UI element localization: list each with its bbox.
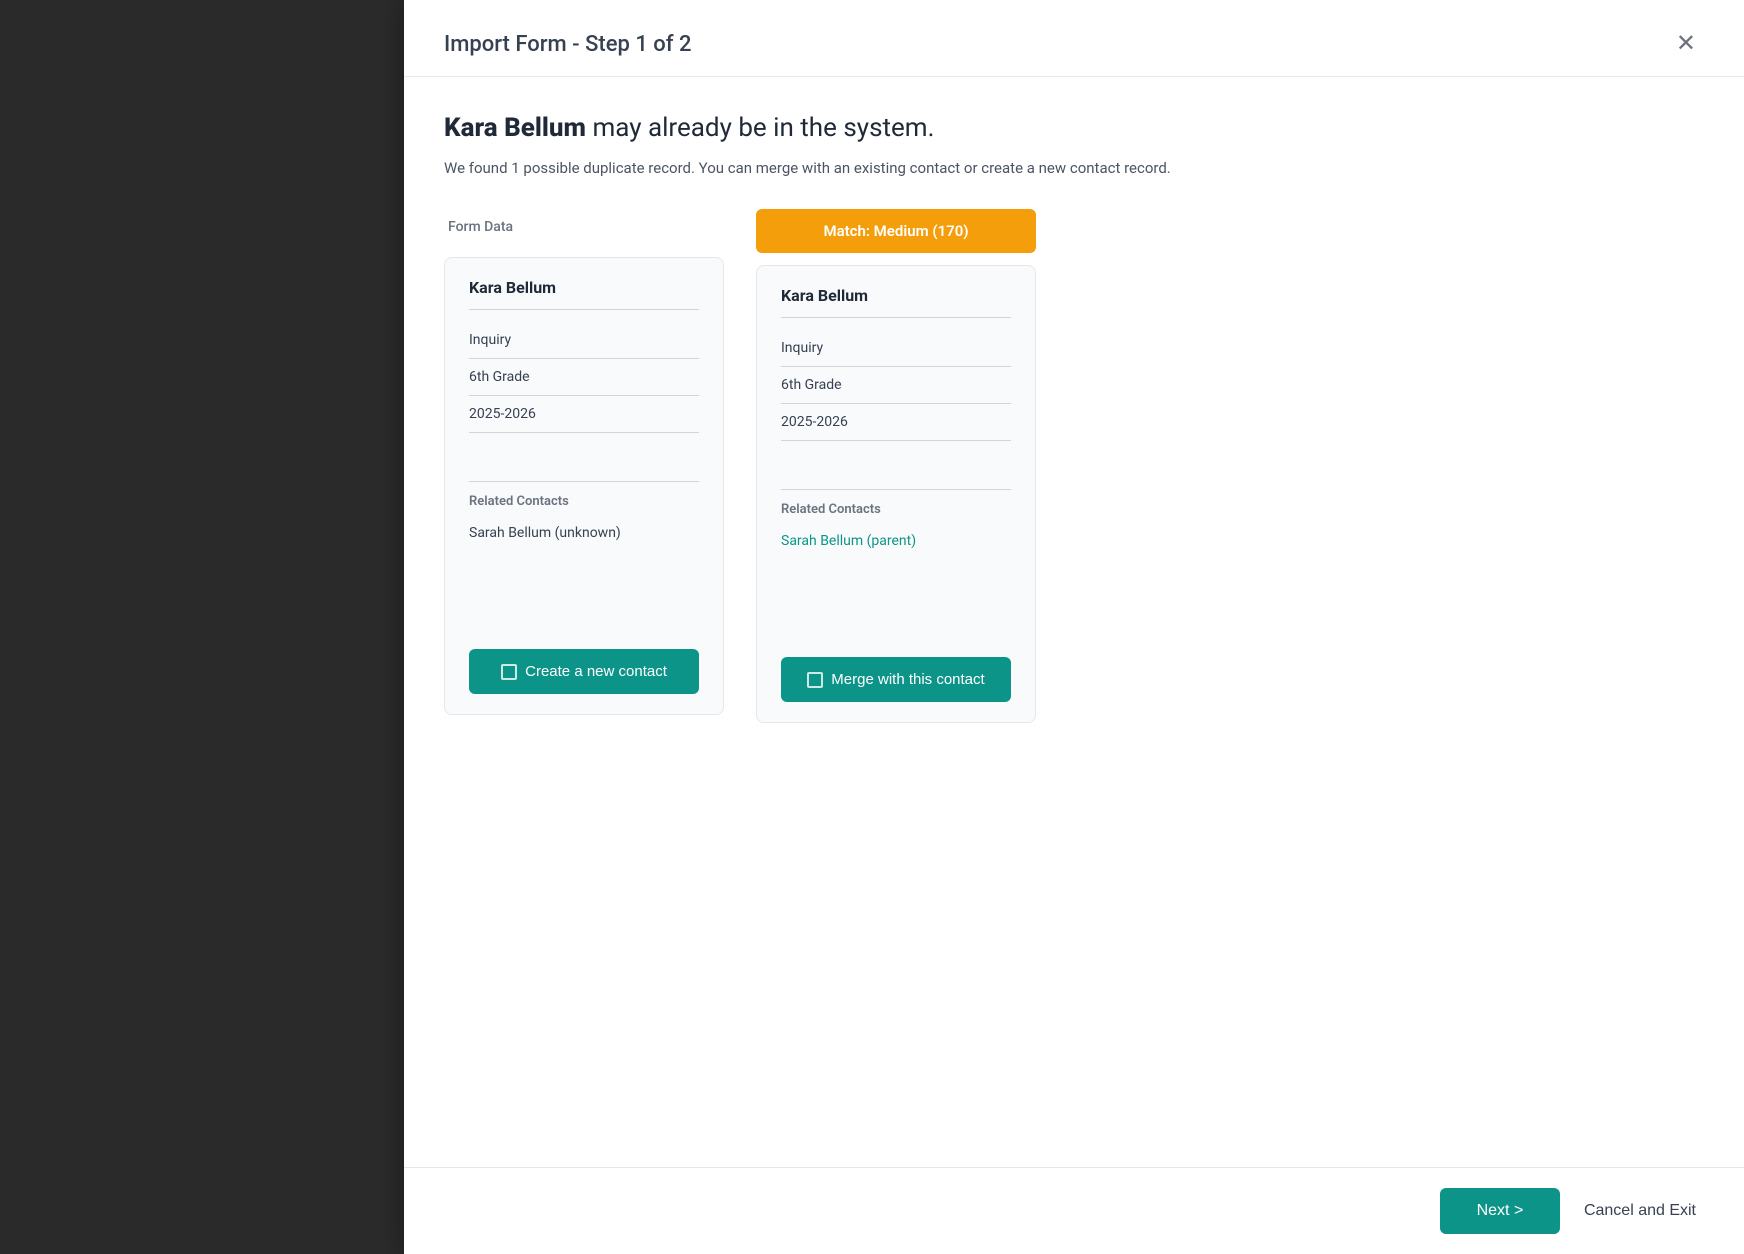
main-heading: Kara Bellum may already be in the system… — [444, 113, 1704, 143]
match-badge: Match: Medium (170) — [756, 209, 1036, 253]
merge-with-contact-button[interactable]: Merge with this contact — [781, 657, 1011, 702]
cancel-button[interactable]: Cancel and Exit — [1576, 1188, 1704, 1234]
match-card-related-label: Related Contacts — [781, 489, 1011, 525]
modal-header: Import Form - Step 1 of 2 ✕ — [404, 0, 1744, 77]
heading-rest: may already be in the system. — [586, 113, 934, 143]
contact-name: Kara Bellum — [444, 113, 586, 143]
match-card: Kara Bellum Inquiry 6th Grade 2025-2026 … — [756, 265, 1036, 723]
match-card-related-contact[interactable]: Sarah Bellum (parent) — [781, 525, 1011, 557]
match-card-spacer — [781, 441, 1011, 481]
form-card-field2: 6th Grade — [469, 359, 699, 396]
merge-button-label: Merge with this contact — [831, 671, 984, 688]
match-card-field2: 6th Grade — [781, 367, 1011, 404]
form-data-label: Form Data — [444, 209, 724, 245]
form-data-card: Kara Bellum Inquiry 6th Grade 2025-2026 … — [444, 257, 724, 715]
columns-container: Form Data Kara Bellum Inquiry 6th Grade … — [444, 209, 1704, 723]
close-button[interactable]: ✕ — [1668, 28, 1704, 60]
create-button-label: Create a new contact — [525, 663, 667, 680]
match-column: Match: Medium (170) Kara Bellum Inquiry … — [756, 209, 1036, 723]
modal-body: Kara Bellum may already be in the system… — [404, 77, 1744, 1167]
match-card-field3: 2025-2026 — [781, 404, 1011, 441]
form-card-field3: 2025-2026 — [469, 396, 699, 433]
modal-title: Import Form - Step 1 of 2 — [444, 32, 692, 57]
merge-checkbox-icon — [807, 672, 823, 688]
description-text: We found 1 possible duplicate record. Yo… — [444, 159, 1704, 177]
match-card-name: Kara Bellum — [781, 286, 1011, 318]
modal-footer: Next > Cancel and Exit — [404, 1167, 1744, 1254]
create-checkbox-icon — [501, 664, 517, 680]
form-card-related-label: Related Contacts — [469, 481, 699, 517]
form-card-spacer — [469, 433, 699, 473]
match-card-bottom-spacer — [781, 557, 1011, 637]
form-card-bottom-spacer — [469, 549, 699, 629]
modal-overlay: Import Form - Step 1 of 2 ✕ Kara Bellum … — [0, 0, 1744, 1254]
form-card-field1: Inquiry — [469, 322, 699, 359]
create-new-contact-button[interactable]: Create a new contact — [469, 649, 699, 694]
form-card-related-contact: Sarah Bellum (unknown) — [469, 517, 699, 549]
form-data-column: Form Data Kara Bellum Inquiry 6th Grade … — [444, 209, 724, 715]
next-button[interactable]: Next > — [1440, 1188, 1560, 1234]
match-card-field1: Inquiry — [781, 330, 1011, 367]
form-card-name: Kara Bellum — [469, 278, 699, 310]
import-modal: Import Form - Step 1 of 2 ✕ Kara Bellum … — [404, 0, 1744, 1254]
